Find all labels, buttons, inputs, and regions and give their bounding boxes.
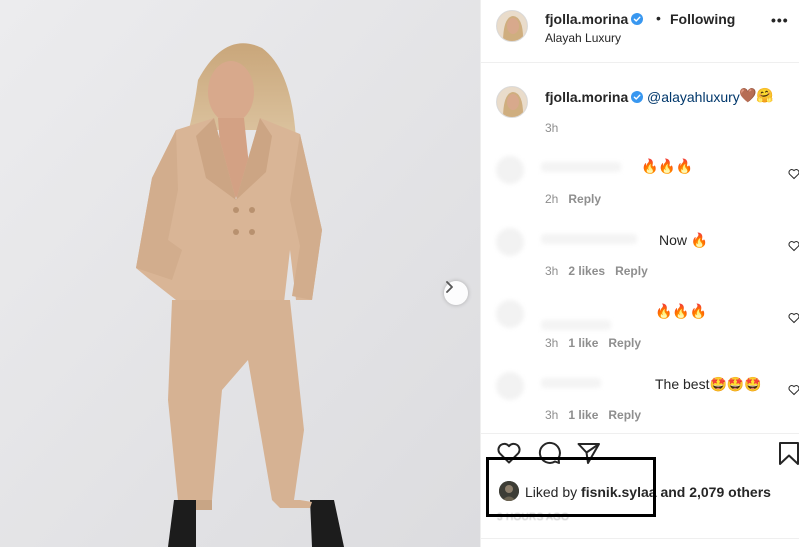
commenter-username[interactable] [541,320,611,330]
comment-reply-button[interactable]: Reply [608,408,641,422]
comment-meta: 3h 1 like Reply [545,336,651,350]
caption-timestamp[interactable]: 3h [545,121,558,135]
author-avatar[interactable] [496,10,528,42]
caption-emojis: 🤎🤗 [739,87,774,103]
highlight-rectangle [486,457,656,517]
comment-like-heart-icon[interactable] [788,384,799,396]
post-header: fjolla.morina • Following Alayah Luxury … [481,0,799,63]
divider [480,538,799,539]
commenter-avatar[interactable] [496,156,524,184]
caption-username-link[interactable]: fjolla.morina [545,89,644,105]
following-button[interactable]: Following [670,11,735,27]
comment-like-heart-icon[interactable] [788,312,799,324]
caption-username-text: fjolla.morina [545,89,629,105]
next-image-button[interactable] [444,281,468,305]
comment-meta: 3h 1 like Reply [545,408,651,422]
header-separator: • [656,10,661,26]
bookmark-icon[interactable] [776,440,799,466]
comment-text: The best🤩🤩🤩 [655,376,762,392]
comment-reply-button[interactable]: Reply [608,336,641,350]
comment-like-heart-icon[interactable] [788,168,799,180]
post-photo-illustration [0,0,480,547]
caption-avatar-image [497,87,527,117]
comment-time[interactable]: 3h [545,408,558,422]
comment-text: Now 🔥 [659,232,709,248]
comment-meta: 2h Reply [545,192,611,206]
comment-like-heart-icon[interactable] [788,240,799,252]
commenter-username[interactable] [541,234,637,244]
comment-text: 🔥🔥🔥 [641,158,694,174]
commenter-avatar[interactable] [496,372,524,400]
commenter-avatar[interactable] [496,300,524,328]
chevron-right-icon [446,281,453,293]
comment-likes-count[interactable]: 1 like [568,336,598,350]
author-avatar-image [497,11,527,41]
commenter-username[interactable] [541,378,601,388]
comment-likes-count[interactable]: 2 likes [568,264,605,278]
comment-text: 🔥🔥🔥 [655,303,708,319]
verified-badge-icon [631,91,644,103]
comment-reply-button[interactable]: Reply [615,264,648,278]
caption-mention-link[interactable]: @alayahluxury [647,89,740,105]
comment-meta: 3h 2 likes Reply [545,264,658,278]
post-photo[interactable] [0,0,480,547]
comment-reply-button[interactable]: Reply [568,192,601,206]
verified-badge-icon [631,13,644,25]
author-username-link[interactable]: fjolla.morina [545,11,644,27]
comment-likes-count[interactable]: 1 like [568,408,598,422]
comment-time[interactable]: 2h [545,192,558,206]
comment-time[interactable]: 3h [545,336,558,350]
more-options-icon[interactable]: ••• [771,12,789,28]
commenter-username[interactable] [541,162,621,172]
author-username-text: fjolla.morina [545,11,629,27]
commenter-avatar[interactable] [496,228,524,256]
comment-time[interactable]: 3h [545,264,558,278]
caption-author-avatar[interactable] [496,86,528,118]
liked-by-others-link[interactable]: and 2,079 others [660,484,771,500]
post-location-link[interactable]: Alayah Luxury [545,31,621,45]
